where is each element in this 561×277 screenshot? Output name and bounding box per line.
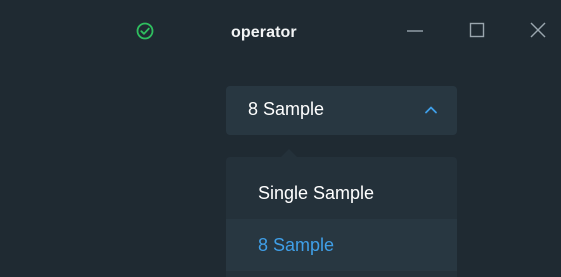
maximize-button[interactable] bbox=[467, 22, 487, 42]
maximize-icon bbox=[467, 20, 487, 45]
select-value: 8 Sample bbox=[248, 99, 325, 119]
minimize-icon bbox=[405, 20, 425, 45]
close-icon bbox=[528, 20, 548, 45]
chevron-up-icon bbox=[423, 102, 439, 118]
option-single-sample[interactable]: Single Sample bbox=[226, 167, 457, 219]
option-8-sample[interactable]: 8 Sample bbox=[226, 219, 457, 271]
sample-mode-select[interactable]: 8 Sample bbox=[226, 86, 457, 135]
close-button[interactable] bbox=[528, 22, 548, 42]
title-bar: operator bbox=[0, 0, 561, 70]
check-circle-icon bbox=[136, 22, 154, 40]
minimize-button[interactable] bbox=[405, 22, 425, 42]
window-title: operator bbox=[231, 24, 297, 41]
sample-mode-dropdown: Single Sample 8 Sample bbox=[226, 157, 457, 277]
